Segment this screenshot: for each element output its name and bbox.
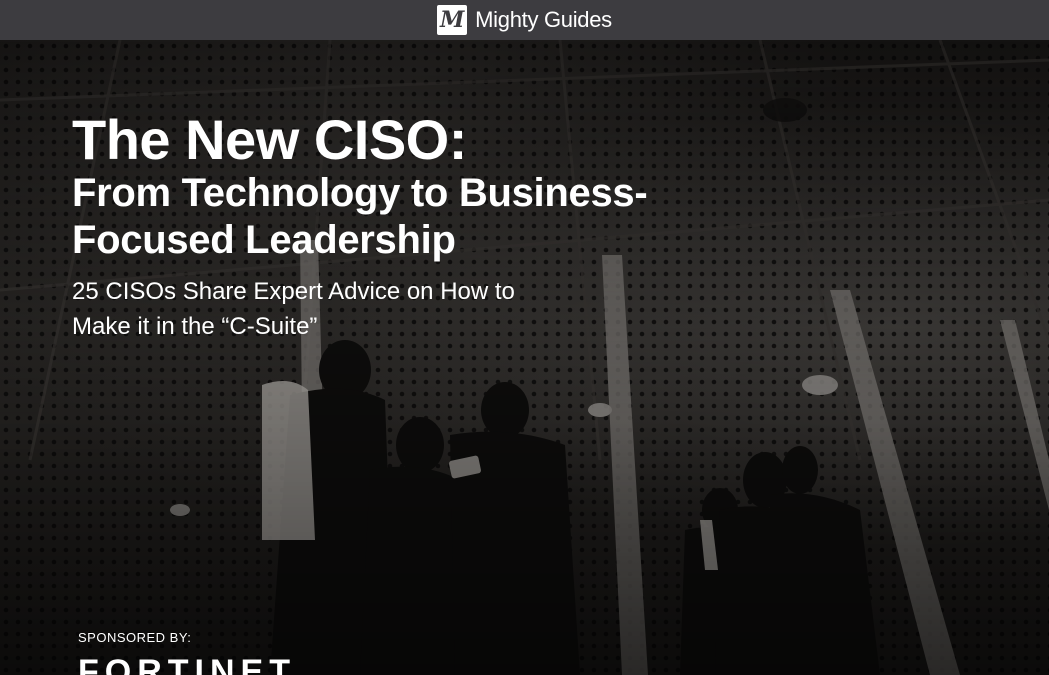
top-bar: M Mighty Guides — [0, 0, 1049, 40]
cover-title: The New CISO: — [72, 108, 467, 171]
sponsor-label: SPONSORED BY: — [78, 630, 192, 645]
mighty-guides-logo[interactable]: M Mighty Guides — [437, 5, 612, 35]
cover-tagline: 25 CISOs Share Expert Advice on How to M… — [72, 278, 515, 340]
cover-subtitle: From Technology to Business-Focused Lead… — [72, 171, 648, 262]
brand-name: Mighty Guides — [475, 7, 612, 32]
sponsor-logo: FORTINET — [78, 653, 296, 675]
sponsor-block: SPONSORED BY: FORTINET — [78, 630, 296, 675]
cover-title-block: The New CISO: From Technology to Busines… — [72, 110, 772, 344]
cover-hero: The New CISO: From Technology to Busines… — [0, 40, 1049, 675]
brand-mark-icon: M — [437, 5, 468, 35]
